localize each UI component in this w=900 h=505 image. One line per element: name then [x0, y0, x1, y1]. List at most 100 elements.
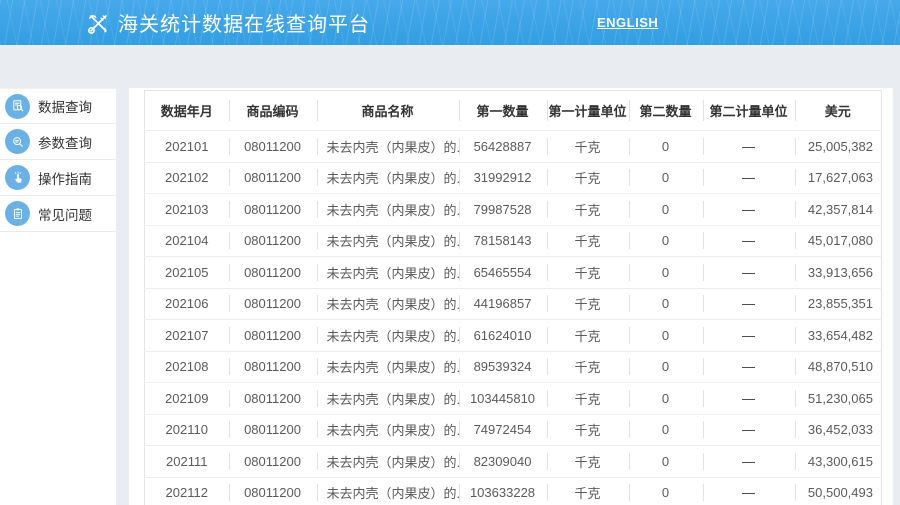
page-title: 海关统计数据在线查询平台	[118, 8, 370, 37]
table-row: 20210608011200未去内壳（内果皮）的...44196857千克0—2…	[145, 288, 882, 320]
cell-unit1: 千克	[547, 257, 629, 289]
cell-qty2: 0	[629, 162, 703, 194]
cell-usd: 17,627,063	[795, 162, 882, 194]
cell-qty1: 79987528	[459, 194, 547, 226]
english-link[interactable]: ENGLISH	[597, 15, 658, 30]
cell-unit1: 千克	[547, 131, 629, 163]
cell-commodity-code: 08011200	[229, 225, 317, 257]
cell-data-month: 202108	[145, 351, 229, 383]
cell-data-month: 202112	[145, 477, 229, 505]
cell-qty1: 89539324	[459, 351, 547, 383]
cell-unit1: 千克	[547, 288, 629, 320]
sidebar-item-label: 数据查询	[38, 96, 92, 116]
cell-unit2: —	[703, 288, 795, 320]
cell-commodity-code: 08011200	[229, 477, 317, 505]
col-header-commodity-code: 商品编码	[229, 91, 317, 131]
table-header: 数据年月 商品编码 商品名称 第一数量 第一计量单位 第二数量 第二计量单位 美…	[145, 91, 882, 131]
table-row: 20210708011200未去内壳（内果皮）的...61624010千克0—3…	[145, 320, 882, 352]
cell-commodity-name: 未去内壳（内果皮）的...	[317, 383, 459, 415]
cell-commodity-name: 未去内壳（内果皮）的...	[317, 446, 459, 478]
col-header-commodity-name: 商品名称	[317, 91, 459, 131]
cell-commodity-name: 未去内壳（内果皮）的...	[317, 194, 459, 226]
cell-unit2: —	[703, 477, 795, 505]
operation-guide-icon	[5, 165, 30, 190]
cell-qty2: 0	[629, 477, 703, 505]
cell-unit2: —	[703, 320, 795, 352]
customs-emblem-icon	[84, 9, 112, 37]
cell-unit2: —	[703, 351, 795, 383]
cell-commodity-name: 未去内壳（内果皮）的...	[317, 257, 459, 289]
cell-commodity-code: 08011200	[229, 131, 317, 163]
col-header-unit2: 第二计量单位	[703, 91, 795, 131]
cell-usd: 33,654,482	[795, 320, 882, 352]
table-row: 20210108011200未去内壳（内果皮）的...56428887千克0—2…	[145, 131, 882, 163]
cell-unit2: —	[703, 131, 795, 163]
cell-commodity-code: 08011200	[229, 446, 317, 478]
faq-icon	[5, 201, 30, 226]
cell-unit2: —	[703, 414, 795, 446]
table-header-row: 数据年月 商品编码 商品名称 第一数量 第一计量单位 第二数量 第二计量单位 美…	[145, 91, 882, 131]
col-header-data-month: 数据年月	[145, 91, 229, 131]
cell-usd: 45,017,080	[795, 225, 882, 257]
sidebar-item-operation-guide[interactable]: 操作指南	[0, 160, 116, 196]
cell-unit1: 千克	[547, 225, 629, 257]
cell-qty2: 0	[629, 194, 703, 226]
cell-unit2: —	[703, 194, 795, 226]
cell-unit1: 千克	[547, 320, 629, 352]
cell-unit2: —	[703, 257, 795, 289]
table-row: 20210208011200未去内壳（内果皮）的...31992912千克0—1…	[145, 162, 882, 194]
table-body: 20210108011200未去内壳（内果皮）的...56428887千克0—2…	[145, 131, 882, 505]
cell-commodity-code: 08011200	[229, 194, 317, 226]
cell-qty2: 0	[629, 131, 703, 163]
cell-unit1: 千克	[547, 477, 629, 505]
cell-unit1: 千克	[547, 383, 629, 415]
cell-usd: 25,005,382	[795, 131, 882, 163]
cell-unit1: 千克	[547, 162, 629, 194]
cell-qty2: 0	[629, 351, 703, 383]
cell-qty1: 78158143	[459, 225, 547, 257]
cell-qty2: 0	[629, 257, 703, 289]
sidebar: 数据查询 参数查询 操作指南 常见问题	[0, 88, 116, 505]
cell-data-month: 202106	[145, 288, 229, 320]
cell-qty1: 44196857	[459, 288, 547, 320]
sidebar-item-faq[interactable]: 常见问题	[0, 196, 116, 232]
cell-commodity-name: 未去内壳（内果皮）的...	[317, 288, 459, 320]
table-row: 20211208011200未去内壳（内果皮）的...103633228千克0—…	[145, 477, 882, 505]
sidebar-item-param-query[interactable]: 参数查询	[0, 124, 116, 160]
table-row: 20210308011200未去内壳（内果皮）的...79987528千克0—4…	[145, 194, 882, 226]
cell-qty2: 0	[629, 320, 703, 352]
cell-qty2: 0	[629, 446, 703, 478]
cell-data-month: 202104	[145, 225, 229, 257]
col-header-usd: 美元	[795, 91, 882, 131]
table-row: 20211008011200未去内壳（内果皮）的...74972454千克0—3…	[145, 414, 882, 446]
cell-unit1: 千克	[547, 414, 629, 446]
cell-qty1: 74972454	[459, 414, 547, 446]
table-row: 20210808011200未去内壳（内果皮）的...89539324千克0—4…	[145, 351, 882, 383]
table-row: 20210408011200未去内壳（内果皮）的...78158143千克0—4…	[145, 225, 882, 257]
sidebar-item-data-query[interactable]: 数据查询	[0, 88, 116, 124]
cell-usd: 36,452,033	[795, 414, 882, 446]
cell-commodity-code: 08011200	[229, 257, 317, 289]
table-row: 20211108011200未去内壳（内果皮）的...82309040千克0—4…	[145, 446, 882, 478]
cell-data-month: 202105	[145, 257, 229, 289]
cell-unit2: —	[703, 383, 795, 415]
cell-commodity-name: 未去内壳（内果皮）的...	[317, 351, 459, 383]
cell-qty2: 0	[629, 383, 703, 415]
cell-data-month: 202102	[145, 162, 229, 194]
cell-qty1: 31992912	[459, 162, 547, 194]
cell-usd: 33,913,656	[795, 257, 882, 289]
cell-commodity-code: 08011200	[229, 320, 317, 352]
cell-commodity-name: 未去内壳（内果皮）的...	[317, 225, 459, 257]
cell-data-month: 202101	[145, 131, 229, 163]
results-table: 数据年月 商品编码 商品名称 第一数量 第一计量单位 第二数量 第二计量单位 美…	[144, 90, 882, 505]
cell-unit2: —	[703, 225, 795, 257]
cell-commodity-name: 未去内壳（内果皮）的...	[317, 131, 459, 163]
cell-commodity-name: 未去内壳（内果皮）的...	[317, 414, 459, 446]
cell-qty1: 61624010	[459, 320, 547, 352]
cell-data-month: 202109	[145, 383, 229, 415]
cell-qty2: 0	[629, 414, 703, 446]
table-row: 20210908011200未去内壳（内果皮）的...103445810千克0—…	[145, 383, 882, 415]
data-query-icon	[5, 94, 30, 119]
brand: 海关统计数据在线查询平台	[84, 0, 370, 45]
cell-data-month: 202103	[145, 194, 229, 226]
